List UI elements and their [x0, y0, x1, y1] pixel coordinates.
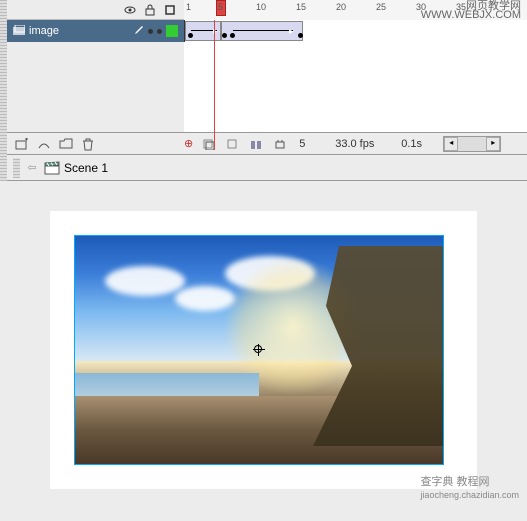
tween-line	[233, 30, 293, 31]
stage-area[interactable]	[0, 181, 527, 521]
new-folder-button[interactable]	[57, 135, 75, 153]
current-frame-display: 5	[295, 138, 325, 150]
layer-color-swatch[interactable]	[166, 25, 178, 37]
layer-type-icon	[13, 25, 25, 38]
timeline-footer: ⊕ 5 33.0 fps 0.1s ◂ ▸	[7, 132, 527, 154]
canvas-background	[50, 211, 477, 489]
back-arrow-icon[interactable]: ⇦	[24, 160, 40, 176]
layer-tools	[13, 135, 184, 153]
playback-controls: ⊕ 5 33.0 fps 0.1s ◂ ▸	[184, 135, 521, 153]
center-frame-icon[interactable]: ⊕	[184, 137, 193, 150]
empty-timeline-area	[7, 42, 527, 132]
ruler-mark: 5	[218, 2, 223, 12]
ruler-mark: 10	[256, 2, 266, 12]
lock-dot[interactable]	[157, 29, 162, 34]
selected-image-symbol[interactable]	[74, 235, 444, 465]
scroll-left-arrow[interactable]: ◂	[444, 137, 458, 151]
new-motion-guide-button[interactable]	[35, 135, 53, 153]
delete-layer-button[interactable]	[79, 135, 97, 153]
frame-ruler[interactable]: 1 5 10 15 20 25 30 35 网页教学网 WWW.WEBJX.CO…	[184, 0, 527, 20]
layer-controls: image	[7, 25, 184, 38]
scene-bar: ⇦ Scene 1	[7, 155, 527, 181]
elapsed-time-display: 0.1s	[397, 138, 437, 150]
scroll-right-arrow[interactable]: ▸	[486, 137, 500, 151]
timeline-panel: 1 5 10 15 20 25 30 35 网页教学网 WWW.WEBJX.CO…	[7, 0, 527, 155]
horizontal-scrollbar[interactable]: ◂ ▸	[443, 136, 501, 152]
clapboard-icon	[44, 160, 60, 176]
keyframe-icon[interactable]	[222, 33, 227, 38]
layer-name[interactable]: image	[29, 25, 130, 37]
ruler-mark: 15	[296, 2, 306, 12]
watermark-bottom: 查字典 教程网 jiaocheng.chazidian.com	[420, 473, 519, 501]
ruler-mark: 1	[186, 2, 191, 12]
scene-drag-handle[interactable]	[13, 158, 20, 178]
frames-area[interactable]: ▸ ▸	[184, 20, 527, 42]
cloud-shape	[105, 266, 185, 296]
arrow-icon: ▸	[289, 26, 294, 37]
eye-icon[interactable]	[124, 4, 136, 16]
ruler-mark: 25	[376, 2, 386, 12]
keyframe-icon[interactable]	[188, 33, 193, 38]
outline-icon[interactable]	[164, 4, 176, 16]
ruler-mark: 20	[336, 2, 346, 12]
registration-point-icon	[253, 344, 265, 356]
edit-multiple-frames-icon[interactable]	[247, 135, 265, 153]
new-layer-button[interactable]	[13, 135, 31, 153]
layer-row[interactable]: image ▸ ▸	[7, 20, 527, 42]
pencil-icon	[134, 25, 144, 38]
lock-icon[interactable]	[144, 4, 156, 16]
fps-display: 33.0 fps	[331, 138, 391, 150]
scene-name[interactable]: Scene 1	[64, 161, 108, 175]
onion-skin-outline-icon[interactable]	[223, 135, 241, 153]
modify-onion-markers-icon[interactable]	[271, 135, 289, 153]
keyframe-icon[interactable]	[298, 33, 303, 38]
watermark-top: 网页教学网 WWW.WEBJX.COM	[421, 2, 521, 20]
visibility-dot[interactable]	[148, 29, 153, 34]
keyframe-icon[interactable]	[230, 33, 235, 38]
layer-header-icons	[7, 4, 184, 16]
timeline-header: 1 5 10 15 20 25 30 35 网页教学网 WWW.WEBJX.CO…	[7, 0, 527, 20]
playhead-line	[214, 20, 215, 150]
